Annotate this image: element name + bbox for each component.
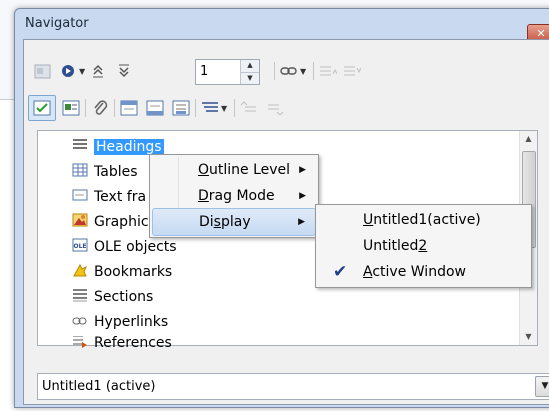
scroll-down-icon[interactable]: ▼	[520, 329, 537, 345]
link-dropdown-icon[interactable]: ▼	[300, 67, 306, 76]
promote-level-icon[interactable]	[318, 61, 338, 81]
text-frame-icon	[71, 188, 89, 206]
demote-level-icon[interactable]	[342, 61, 362, 81]
navigation-icon[interactable]	[58, 61, 78, 81]
checkmark-icon: ✔	[333, 262, 348, 282]
spin-value[interactable]: 1	[196, 60, 240, 84]
toolbar-separator	[234, 99, 236, 117]
tree-item-label: Bookmarks	[94, 264, 173, 280]
tree-item-label: Hyperlinks	[94, 314, 169, 330]
toolbar-row-1-right: ▼	[270, 61, 362, 81]
tree-item-ole-objects[interactable]: OLE OLE objects	[71, 236, 177, 258]
menu-item-label: Untitled	[363, 238, 419, 254]
submenu-arrow-icon: ▶	[299, 191, 306, 201]
tree-item-references[interactable]: References	[71, 336, 172, 350]
tree-item-bookmarks[interactable]: Bookmarks	[71, 261, 172, 283]
hyperlink-icon	[71, 315, 89, 330]
toolbar-row-1: ▼	[32, 61, 134, 81]
menu-item-label: ntitled1(active)	[373, 212, 481, 228]
tree-item-label: References	[94, 336, 172, 350]
promote-chapter-icon[interactable]	[239, 98, 259, 118]
references-icon	[71, 336, 89, 350]
tree-item-label: Headings	[94, 139, 164, 155]
set-reminder-icon[interactable]	[61, 98, 81, 118]
menu-item-mnemonic: 2	[418, 238, 428, 254]
submenu-arrow-icon: ▶	[298, 217, 305, 227]
menu-item-untitled1-active[interactable]: Untitled1(active)	[318, 207, 529, 233]
heading-levels-icon[interactable]	[200, 98, 220, 118]
tree-item-sections[interactable]: Sections	[71, 286, 153, 308]
tree-item-graphics[interactable]: Graphic	[71, 211, 149, 233]
spin-up-icon[interactable]: ▲	[241, 60, 259, 72]
paperclip-icon[interactable]	[90, 98, 110, 118]
toolbar-separator	[114, 99, 115, 117]
toolbar-separator	[274, 62, 275, 80]
tree-item-hyperlinks[interactable]: Hyperlinks	[71, 311, 168, 333]
ole-icon: OLE	[71, 238, 89, 256]
header-icon[interactable]	[119, 98, 139, 118]
toolbar-row-2: ▼	[28, 95, 285, 121]
document-select-value: Untitled1 (active)	[42, 379, 156, 394]
toolbar-separator	[313, 62, 315, 80]
demote-chapter-icon[interactable]	[265, 98, 285, 118]
menu-item-mnemonic: U	[363, 212, 374, 228]
menu-item-mnemonic: D	[198, 188, 209, 204]
menu-item-mnemonic: O	[198, 162, 210, 178]
menu-item-mnemonic: A	[363, 264, 373, 280]
menu-item-label: play	[220, 214, 251, 230]
heading-level-spinbox[interactable]: 1 ▲ ▼	[195, 59, 260, 85]
menu-item-mnemonic: s	[213, 214, 221, 230]
link-icon[interactable]	[279, 61, 299, 81]
menu-item-display[interactable]: Display ▶	[152, 208, 316, 236]
tree-item-tables[interactable]: Tables	[71, 161, 138, 183]
svg-text:OLE: OLE	[73, 243, 86, 250]
previous-icon[interactable]	[88, 61, 108, 81]
menu-item-label: utline Level	[209, 162, 291, 178]
bookmark-icon	[71, 263, 89, 281]
submenu-arrow-icon: ▶	[299, 165, 306, 175]
anchor-icon[interactable]	[171, 98, 191, 118]
menu-item-untitled2[interactable]: Untitled2	[318, 233, 529, 259]
spin-down-icon[interactable]: ▼	[241, 71, 259, 84]
toolbar-separator	[195, 99, 196, 117]
tree-item-label: OLE objects	[94, 239, 177, 255]
menu-item-active-window[interactable]: ✔ Active Window	[318, 259, 529, 285]
menu-item-label: Di	[199, 214, 214, 230]
next-icon[interactable]	[114, 61, 134, 81]
content-view-icon[interactable]	[28, 95, 56, 121]
tree-item-text-frames[interactable]: Text fra	[71, 186, 146, 208]
window-title: Navigator	[25, 16, 89, 31]
tree-item-label: Graphic	[94, 214, 149, 230]
spin-buttons: ▲ ▼	[240, 60, 259, 84]
chevron-down-icon[interactable]: ▼	[535, 376, 549, 397]
toolbar-separator	[85, 99, 86, 117]
menu-item-label: rag Mode	[208, 188, 275, 204]
footer-icon[interactable]	[145, 98, 165, 118]
tables-icon	[71, 163, 89, 181]
heading-levels-dropdown-icon[interactable]: ▼	[221, 104, 227, 113]
menu-item-drag-mode[interactable]: Drag Mode ▶	[152, 183, 316, 209]
scroll-up-icon[interactable]: ▲	[520, 131, 537, 147]
menu-item-outline-level[interactable]: Outline Level ▶	[152, 157, 316, 183]
sections-icon	[71, 288, 89, 306]
context-menu: Outline Level ▶ Drag Mode ▶ Display ▶	[149, 154, 319, 238]
display-submenu: Untitled1(active) Untitled2 ✔ Active Win…	[315, 204, 532, 288]
graphics-icon	[71, 213, 89, 231]
tree-item-label: Sections	[94, 289, 154, 305]
menu-item-label: ctive Window	[372, 264, 466, 280]
document-select[interactable]: Untitled1 (active) ▼	[37, 373, 549, 400]
tree-item-label: Text fra	[94, 189, 147, 205]
headings-icon	[71, 138, 89, 156]
navigation-dropdown-icon[interactable]: ▼	[79, 67, 85, 76]
tree-item-label: Tables	[94, 164, 138, 180]
navigator-toggle-icon[interactable]	[32, 61, 52, 81]
